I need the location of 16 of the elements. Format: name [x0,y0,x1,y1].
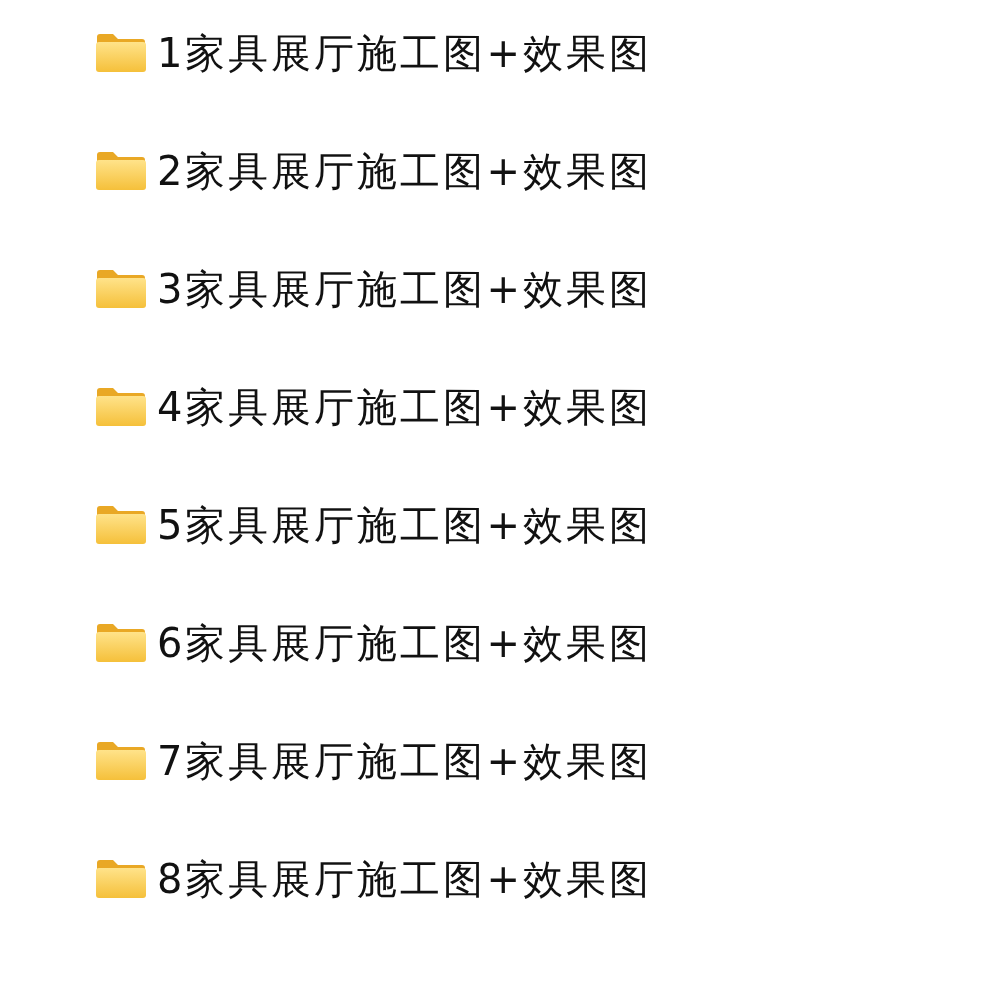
folder-icon [95,269,147,309]
folder-name[interactable]: 1家具展厅施工图+效果图 [157,30,652,76]
folder-icon [95,33,147,73]
folder-name[interactable]: 2家具展厅施工图+效果图 [157,148,652,194]
folder-icon [95,151,147,191]
folder-name[interactable]: 5家具展厅施工图+效果图 [157,502,652,548]
folder-name[interactable]: 6家具展厅施工图+效果图 [157,620,652,666]
folder-icon [95,387,147,427]
folder-name[interactable]: 4家具展厅施工图+效果图 [157,384,652,430]
folder-icon [95,505,147,545]
folder-name[interactable]: 3家具展厅施工图+效果图 [157,266,652,312]
folder-icon [95,859,147,899]
folder-name[interactable]: 7家具展厅施工图+效果图 [157,738,652,784]
folder-name[interactable]: 8家具展厅施工图+效果图 [157,856,652,902]
folder-icon [95,623,147,663]
folder-icon [95,741,147,781]
